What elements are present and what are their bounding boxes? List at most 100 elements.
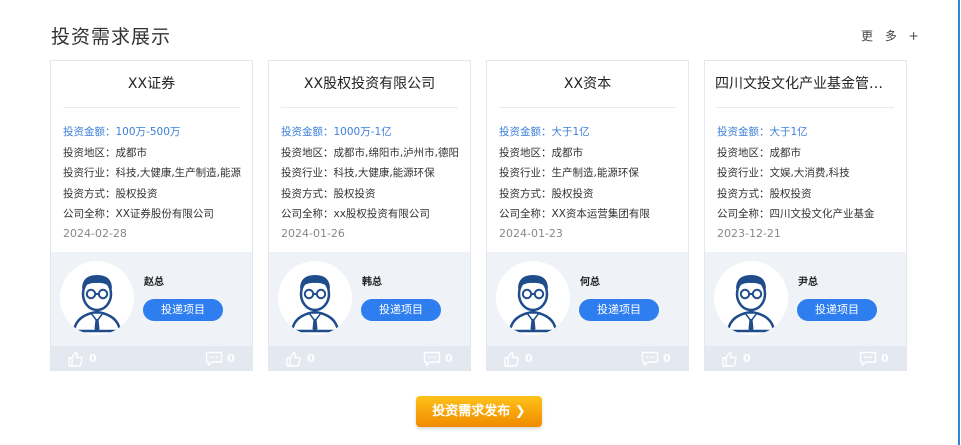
investment-card[interactable]: 四川文投文化产业基金管理... 投资金额：大于1亿 投资地区：成都市 投资行业：文娱,… xyxy=(704,60,907,371)
card-amount-value: 大于1亿 xyxy=(769,126,808,138)
card-amount-row: 投资金额：大于1亿 xyxy=(717,125,903,139)
card-amount-value: 大于1亿 xyxy=(551,126,590,138)
card-divider xyxy=(281,107,458,108)
card-contact-panel: 何总 投递项目 xyxy=(487,252,688,346)
card-company-value: xx股权投资有限公司 xyxy=(333,208,430,220)
card-date: 2024-01-26 xyxy=(281,227,345,240)
investment-card[interactable]: XX证券 投资金额：100万-500万 投资地区：成都市 投资行业：科技,大健康,生产… xyxy=(50,60,253,371)
contact-name: 何总 xyxy=(580,277,600,288)
card-stats-bar: 00 xyxy=(705,346,906,370)
card-method-row: 投资方式：股权投资 xyxy=(63,187,249,201)
card-stats-bar: 00 xyxy=(269,346,470,370)
card-industry-label: 投资行业： xyxy=(717,167,770,179)
investment-card-list: XX证券 投资金额：100万-500万 投资地区：成都市 投资行业：科技,大健康,生产… xyxy=(50,60,908,372)
card-company-label: 公司全称： xyxy=(63,208,116,220)
card-region-row: 投资地区：成都市 xyxy=(499,146,685,160)
card-amount-value: 100万-500万 xyxy=(115,126,181,138)
card-date: 2024-01-23 xyxy=(499,227,563,240)
card-date: 2024-02-28 xyxy=(63,227,127,240)
submit-project-button[interactable]: 投递项目 xyxy=(143,299,223,321)
contact-name: 赵总 xyxy=(144,277,164,288)
card-industry-row: 投资行业：文娱,大消费,科技 xyxy=(717,166,903,180)
card-company-label: 公司全称： xyxy=(717,208,770,220)
card-company-row: 公司全称：XX证券股份有限公司 xyxy=(63,207,249,221)
card-industry-value: 科技,大健康,生产制造,能源 xyxy=(115,167,242,179)
card-stats-bar: 00 xyxy=(51,346,252,370)
card-region-row: 投资地区：成都市 xyxy=(717,146,903,160)
card-region-label: 投资地区： xyxy=(63,147,116,159)
card-amount-label: 投资金额： xyxy=(717,126,770,138)
card-institution-name[interactable]: 四川文投文化产业基金管理... xyxy=(705,73,906,93)
card-contact-panel: 韩总 投递项目 xyxy=(269,252,470,346)
card-region-value: 成都市 xyxy=(115,147,148,159)
like-count: 0 xyxy=(525,352,533,365)
card-industry-row: 投资行业：生产制造,能源环保 xyxy=(499,166,685,180)
card-company-value: XX证券股份有限公司 xyxy=(115,208,214,220)
card-region-value: 成都市 xyxy=(769,147,802,159)
card-company-label: 公司全称： xyxy=(281,208,334,220)
card-method-value: 股权投资 xyxy=(115,188,158,200)
card-contact-panel: 尹总 投递项目 xyxy=(705,252,906,346)
card-amount-value: 1000万-1亿 xyxy=(333,126,392,138)
card-divider xyxy=(63,107,240,108)
card-amount-row: 投资金额：大于1亿 xyxy=(499,125,685,139)
avatar xyxy=(496,261,570,335)
card-region-value: 成都市,绵阳市,泸州市,德阳 xyxy=(333,147,460,159)
card-company-row: 公司全称：xx股权投资有限公司 xyxy=(281,207,467,221)
card-industry-value: 文娱,大消费,科技 xyxy=(769,167,850,179)
card-region-row: 投资地区：成都市 xyxy=(63,146,249,160)
submit-project-button[interactable]: 投递项目 xyxy=(579,299,659,321)
card-amount-label: 投资金额： xyxy=(281,126,334,138)
card-method-row: 投资方式：股权投资 xyxy=(717,187,903,201)
card-divider xyxy=(499,107,676,108)
like-count: 0 xyxy=(307,352,315,365)
card-industry-label: 投资行业： xyxy=(499,167,552,179)
card-region-label: 投资地区： xyxy=(499,147,552,159)
card-company-row: 公司全称：四川文投文化产业基金 xyxy=(717,207,903,221)
card-institution-name[interactable]: XX证券 xyxy=(51,73,252,93)
card-industry-row: 投资行业：科技,大健康,能源环保 xyxy=(281,166,467,180)
comment-count: 0 xyxy=(881,352,889,365)
contact-name: 韩总 xyxy=(362,277,382,288)
avatar xyxy=(714,261,788,335)
card-region-label: 投资地区： xyxy=(717,147,770,159)
card-institution-name[interactable]: XX资本 xyxy=(487,73,688,93)
more-link[interactable]: 更 多 + xyxy=(861,27,923,44)
card-method-value: 股权投资 xyxy=(333,188,376,200)
like-count: 0 xyxy=(743,352,751,365)
card-industry-label: 投资行业： xyxy=(281,167,334,179)
card-method-label: 投资方式： xyxy=(717,188,770,200)
card-company-label: 公司全称： xyxy=(499,208,552,220)
card-method-row: 投资方式：股权投资 xyxy=(499,187,685,201)
card-method-label: 投资方式： xyxy=(281,188,334,200)
section-title: 投资需求展示 xyxy=(51,26,172,48)
avatar xyxy=(60,261,134,335)
card-region-row: 投资地区：成都市,绵阳市,泸州市,德阳 xyxy=(281,146,467,160)
card-industry-row: 投资行业：科技,大健康,生产制造,能源 xyxy=(63,166,249,180)
card-stats-bar: 00 xyxy=(487,346,688,370)
card-amount-label: 投资金额： xyxy=(499,126,552,138)
card-industry-value: 生产制造,能源环保 xyxy=(551,167,639,179)
card-region-value: 成都市 xyxy=(551,147,584,159)
card-company-row: 公司全称：XX资本运营集团有限 xyxy=(499,207,685,221)
investment-card[interactable]: XX股权投资有限公司 投资金额：1000万-1亿 投资地区：成都市,绵阳市,泸州市,… xyxy=(268,60,471,371)
submit-project-button[interactable]: 投递项目 xyxy=(797,299,877,321)
card-contact-panel: 赵总 投递项目 xyxy=(51,252,252,346)
like-count: 0 xyxy=(89,352,97,365)
card-amount-row: 投资金额：1000万-1亿 xyxy=(281,125,467,139)
card-method-label: 投资方式： xyxy=(499,188,552,200)
comment-count: 0 xyxy=(445,352,453,365)
card-company-value: XX资本运营集团有限 xyxy=(551,208,650,220)
card-method-value: 股权投资 xyxy=(551,188,594,200)
card-method-label: 投资方式： xyxy=(63,188,116,200)
investment-card[interactable]: XX资本 投资金额：大于1亿 投资地区：成都市 投资行业：生产制造,能源环保 投资方式：… xyxy=(486,60,689,371)
submit-project-button[interactable]: 投递项目 xyxy=(361,299,441,321)
card-institution-name[interactable]: XX股权投资有限公司 xyxy=(269,73,470,93)
right-edge-rule xyxy=(958,0,960,445)
card-industry-label: 投资行业： xyxy=(63,167,116,179)
card-amount-label: 投资金额： xyxy=(63,126,116,138)
publish-demand-button[interactable]: 投资需求发布 ❯ xyxy=(416,396,542,427)
card-date: 2023-12-21 xyxy=(717,227,781,240)
comment-count: 0 xyxy=(227,352,235,365)
card-industry-value: 科技,大健康,能源环保 xyxy=(333,167,435,179)
